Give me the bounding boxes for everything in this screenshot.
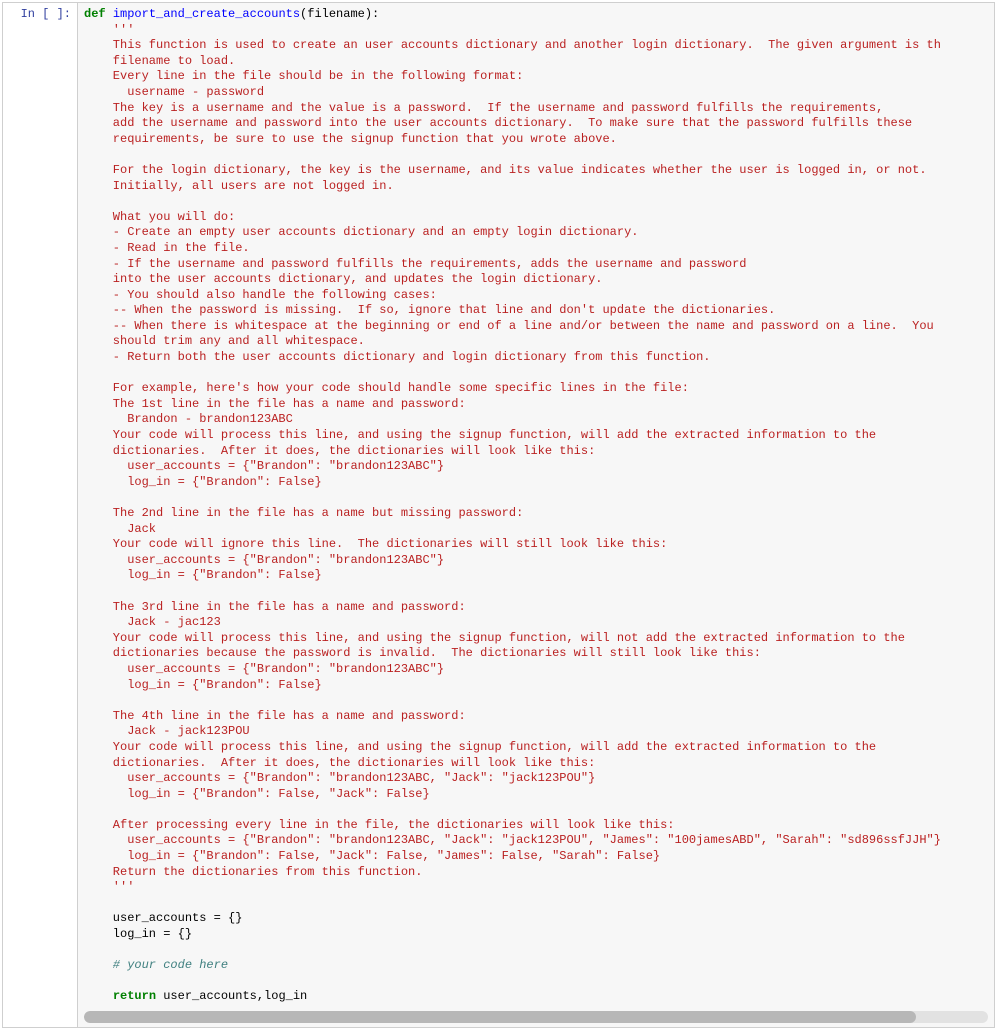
function-name: import_and_create_accounts	[113, 7, 300, 21]
docstring-open: '''	[84, 23, 134, 37]
keyword-return: return	[113, 989, 156, 1003]
code-editor[interactable]: def import_and_create_accounts(filename)…	[78, 3, 994, 1009]
horizontal-scrollbar-thumb[interactable]	[84, 1011, 916, 1023]
code-line-user-accounts: user_accounts = {}	[84, 911, 242, 925]
return-indent	[84, 989, 113, 1003]
jupyter-notebook: In [ ]: def import_and_create_accounts(f…	[0, 2, 997, 1028]
input-area-wrap: def import_and_create_accounts(filename)…	[77, 3, 994, 1027]
docstring-body: This function is used to create an user …	[84, 38, 941, 878]
comment-your-code: # your code here	[84, 958, 228, 972]
code-line-log-in: log_in = {}	[84, 927, 192, 941]
horizontal-scrollbar[interactable]	[84, 1011, 988, 1023]
code-cell[interactable]: In [ ]: def import_and_create_accounts(f…	[2, 2, 995, 1028]
keyword-def: def	[84, 7, 106, 21]
return-values: user_accounts,log_in	[156, 989, 307, 1003]
signature-rest: (filename):	[300, 7, 379, 21]
input-prompt: In [ ]:	[3, 3, 77, 1027]
docstring-close: '''	[84, 880, 134, 894]
